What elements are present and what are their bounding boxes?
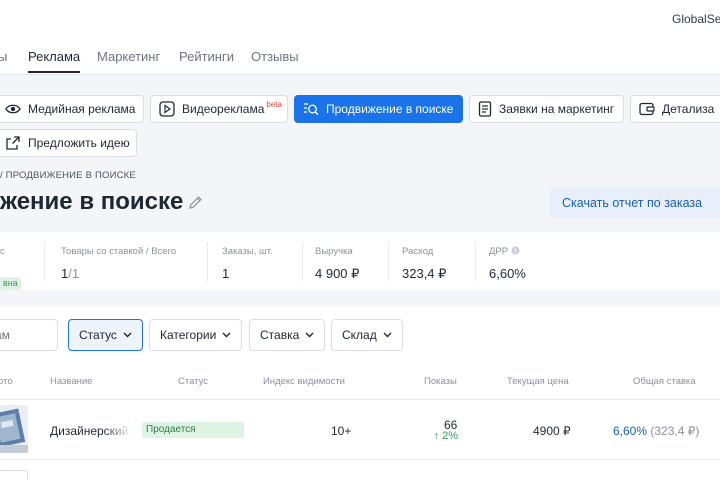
play-icon	[159, 101, 175, 117]
info-icon[interactable]	[511, 246, 520, 255]
top-bar: GlobalSe ы Реклама Маркетинг Рейтинги От…	[0, 0, 720, 74]
stat-revenue-value: 4 900 ₽	[315, 266, 360, 281]
stat-products-value: 1/1	[61, 266, 176, 281]
search-input[interactable]	[0, 319, 58, 351]
tab-marketing[interactable]: Маркетинг	[97, 49, 160, 64]
eye-icon	[5, 104, 21, 114]
column-price[interactable]: Текущая цена	[507, 376, 569, 387]
video-ads-button[interactable]: Видеореклама beta	[150, 95, 288, 123]
stat-spend-value: 323,4 ₽	[402, 266, 447, 281]
beta-badge: beta	[266, 99, 282, 109]
tab-prev[interactable]: ы	[0, 49, 7, 64]
filter-status-label: Статус	[79, 328, 117, 342]
product-status-badge: Продается	[142, 422, 244, 438]
chevron-down-icon	[222, 332, 231, 338]
stat-products-label: Товары со ставкой / Всего	[61, 246, 177, 257]
impressions-change: ↑ 2%	[433, 430, 458, 442]
chevron-down-icon	[383, 332, 392, 338]
divider	[0, 74, 720, 75]
divider	[302, 242, 303, 282]
external-link-icon	[6, 136, 20, 150]
document-icon	[478, 101, 492, 117]
total-bid: 6,60% (323,4 ₽)	[613, 424, 699, 438]
video-ads-label: Видеореклама	[182, 102, 265, 116]
suggest-idea-label: Предложить идею	[28, 136, 130, 150]
filter-categories[interactable]: Категории	[149, 319, 243, 351]
divider	[44, 242, 45, 282]
marketing-requests-button[interactable]: Заявки на маркетинг	[469, 95, 624, 123]
divider	[388, 242, 389, 282]
filter-warehouse[interactable]: Склад	[331, 319, 403, 351]
column-photo: ото	[0, 376, 13, 387]
products-table: ото Название Статус Индекс видимости Пок…	[0, 362, 720, 480]
stat-revenue-label: Выручка	[315, 246, 353, 257]
filter-status[interactable]: Статус	[68, 319, 143, 351]
stat-revenue: Выручка 4 900 ₽	[315, 246, 359, 282]
column-total-bid[interactable]: Общая ставка	[633, 376, 696, 387]
marketing-requests-label: Заявки на маркетинг	[499, 102, 615, 116]
divider	[475, 242, 476, 282]
media-ads-button[interactable]: Медийная реклама	[0, 95, 144, 123]
bid-percent[interactable]: 6,60%	[613, 424, 647, 438]
stat-status: с вна	[0, 246, 21, 290]
column-visibility[interactable]: Индекс видимости	[263, 376, 345, 387]
tab-reviews[interactable]: Отзывы	[251, 49, 299, 64]
stat-orders-value: 1	[222, 266, 230, 281]
stats-panel: с вна Товары со ставкой / Всего 1/1 Зака…	[0, 232, 720, 290]
filter-categories-label: Категории	[160, 328, 217, 342]
details-label: Детализа	[662, 102, 715, 116]
download-report-button[interactable]: Скачать отчет по заказа	[550, 187, 720, 218]
column-impressions[interactable]: Показы	[424, 376, 457, 387]
divider	[207, 242, 208, 282]
current-price: 4900 ₽	[533, 424, 571, 438]
products-total: 1	[71, 266, 80, 281]
status-badge: вна	[0, 277, 21, 290]
pencil-icon[interactable]	[188, 195, 203, 210]
table-header: ото Название Статус Индекс видимости Пок…	[0, 362, 720, 400]
page-title: жение в поиске	[0, 188, 184, 215]
table-row[interactable]: Дизайнерский Продается 10+ 66 ↑ 2% 4900 …	[0, 400, 720, 460]
filters-bar: Статус Категории Ставка Склад	[0, 306, 720, 362]
chevron-down-icon	[123, 332, 132, 338]
account-name[interactable]: GlobalSe	[672, 12, 720, 26]
bid-amount: (323,4 ₽)	[650, 424, 700, 438]
stat-products: Товары со ставкой / Всего 1/1	[61, 246, 176, 281]
details-button[interactable]: Детализа	[630, 95, 720, 123]
stat-orders-label: Заказы, шт.	[222, 246, 273, 257]
tab-ratings[interactable]: Рейтинги	[179, 49, 234, 64]
pagination-control[interactable]	[0, 470, 28, 480]
name-fade	[104, 418, 132, 440]
chevron-down-icon	[305, 332, 314, 338]
product-thumbnail[interactable]	[0, 405, 28, 453]
search-list-icon	[304, 102, 319, 115]
media-ads-label: Медийная реклама	[28, 102, 136, 116]
stat-orders: Заказы, шт. 1	[222, 246, 273, 281]
stat-status-label: с	[0, 246, 5, 257]
breadcrumb[interactable]: / ПРОДВИЖЕНИЕ В ПОИСКЕ	[0, 170, 136, 181]
suggest-idea-button[interactable]: Предложить идею	[0, 129, 137, 157]
column-name: Название	[50, 376, 93, 387]
stat-drr-value: 6,60%	[489, 266, 526, 281]
filter-bid[interactable]: Ставка	[249, 319, 326, 351]
drr-label-text: ДРР	[489, 246, 509, 257]
tab-advertising[interactable]: Реклама	[28, 49, 81, 73]
search-promotion-label: Продвижение в поиске	[326, 102, 454, 116]
stat-spend: Расход 323,4 ₽	[402, 246, 446, 282]
wallet-icon	[639, 102, 655, 116]
stat-drr-label: ДРР	[489, 246, 526, 257]
filter-warehouse-label: Склад	[342, 328, 377, 342]
filter-bid-label: Ставка	[260, 328, 300, 342]
visibility-index: 10+	[331, 424, 352, 438]
column-status: Статус	[178, 376, 209, 387]
stat-drr: ДРР 6,60%	[489, 246, 526, 281]
stat-spend-label: Расход	[402, 246, 434, 257]
search-promotion-button[interactable]: Продвижение в поиске	[294, 95, 463, 123]
